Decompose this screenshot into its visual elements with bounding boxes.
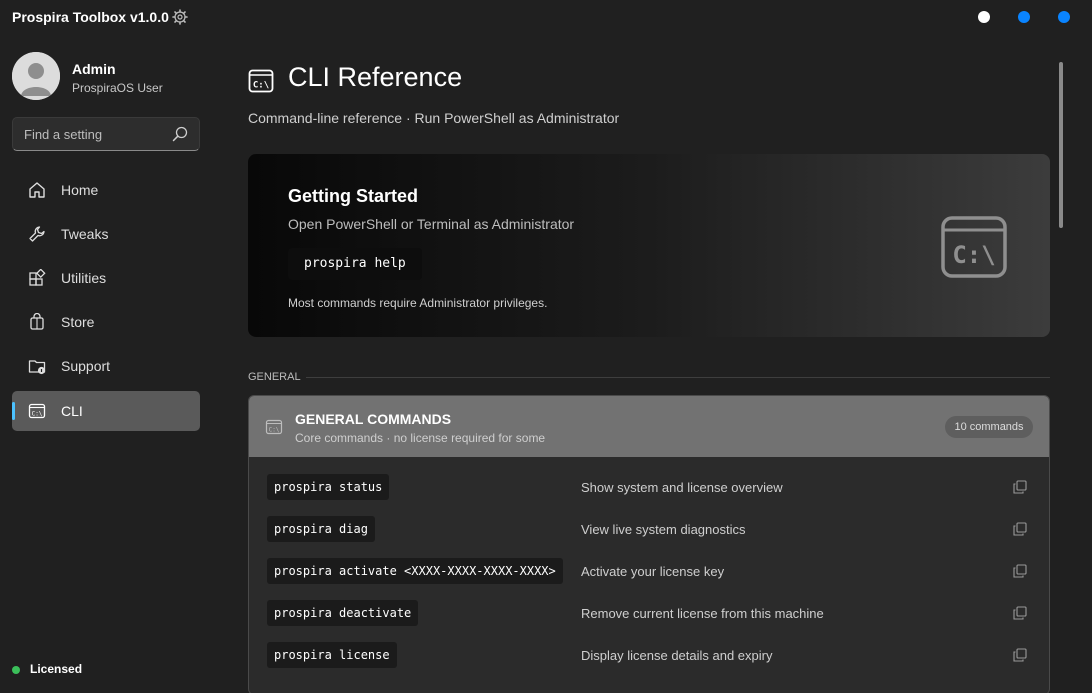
sidebar-item-label: Home <box>61 182 99 198</box>
command-description: Remove current license from this machine <box>581 606 824 621</box>
command-row: prospira license Display license details… <box>249 638 1049 680</box>
sidebar-item-support[interactable]: Support <box>12 346 200 386</box>
search-icon[interactable] <box>172 126 188 142</box>
hero-title: Getting Started <box>288 186 419 206</box>
folder-support-icon <box>28 360 46 375</box>
svg-text:C:\: C:\ <box>952 241 995 269</box>
command-description: Display license details and expiry <box>581 648 773 663</box>
command-code[interactable]: prospira diag <box>267 516 375 542</box>
shopping-bag-icon <box>30 313 44 330</box>
sidebar-item-cli[interactable]: C:\ CLI <box>12 391 200 431</box>
copy-icon[interactable] <box>1013 522 1027 536</box>
search-box <box>12 117 200 151</box>
sidebar-item-label: Utilities <box>61 270 107 286</box>
sidebar-item-label: Tweaks <box>61 226 109 242</box>
section-header: GENERAL <box>248 371 301 383</box>
getting-started-card: Getting Started Open PowerShell or Termi… <box>248 154 1050 337</box>
window-dot-white[interactable] <box>978 11 990 23</box>
svg-text:C:\: C:\ <box>32 410 43 417</box>
window-dot-blue[interactable] <box>1018 11 1030 23</box>
command-row: prospira deactivate Remove current licen… <box>249 596 1049 638</box>
terminal-icon: C:\ <box>248 69 274 93</box>
card-title: GENERAL COMMANDS <box>295 411 452 427</box>
card-subtitle: Core commands · no license required for … <box>295 431 546 445</box>
main-content: C:\ CLI Reference Command-line reference… <box>212 36 1092 693</box>
copy-icon[interactable] <box>1013 606 1027 620</box>
page-subtitle: Command-line reference · Run PowerShell … <box>248 110 620 126</box>
command-description: Activate your license key <box>581 564 725 579</box>
user-name: Admin <box>72 61 116 77</box>
hero-subtitle: Open PowerShell or Terminal as Administr… <box>288 216 575 232</box>
command-count-badge: 10 commands <box>945 416 1033 438</box>
command-row: prospira status Show system and license … <box>249 470 1049 512</box>
user-role: ProspiraOS User <box>72 81 163 95</box>
sidebar-item-utilities[interactable]: Utilities <box>12 258 200 298</box>
sidebar-item-store[interactable]: Store <box>12 302 200 342</box>
svg-text:C:\: C:\ <box>269 426 280 433</box>
search-input[interactable] <box>13 118 173 150</box>
status-label: Licensed <box>30 662 83 676</box>
gear-icon[interactable] <box>172 9 188 25</box>
general-commands-card: C:\ GENERAL COMMANDS Core commands · no … <box>248 395 1050 693</box>
command-code[interactable]: prospira license <box>267 642 397 668</box>
home-icon <box>29 182 45 198</box>
copy-icon[interactable] <box>1013 648 1027 662</box>
hero-command[interactable]: prospira help <box>288 248 422 280</box>
command-description: Show system and license overview <box>581 480 783 495</box>
window-dot-blue-2[interactable] <box>1058 11 1070 23</box>
wrench-icon <box>29 226 45 242</box>
sidebar-item-label: CLI <box>61 403 83 419</box>
status-dot <box>12 666 20 674</box>
command-row: prospira diag View live system diagnosti… <box>249 512 1049 554</box>
svg-text:C:\: C:\ <box>253 81 269 91</box>
hero-note: Most commands require Administrator priv… <box>288 296 548 310</box>
avatar[interactable] <box>12 52 60 100</box>
command-description: View live system diagnostics <box>581 522 746 537</box>
sidebar-item-label: Store <box>61 314 95 330</box>
sidebar-item-home[interactable]: Home <box>12 170 200 210</box>
app-title: Prospira Toolbox v1.0.0 <box>12 9 169 25</box>
user-icon <box>12 52 60 100</box>
scrollbar-thumb[interactable] <box>1059 62 1063 228</box>
sidebar-item-tweaks[interactable]: Tweaks <box>12 214 200 254</box>
card-header[interactable]: C:\ GENERAL COMMANDS Core commands · no … <box>249 396 1049 457</box>
copy-icon[interactable] <box>1013 480 1027 494</box>
copy-icon[interactable] <box>1013 564 1027 578</box>
terminal-icon: C:\ <box>265 419 283 435</box>
section-divider <box>306 377 1050 378</box>
command-row: prospira activate <XXXX-XXXX-XXXX-XXXX> … <box>249 554 1049 596</box>
command-code[interactable]: prospira status <box>267 474 390 500</box>
command-code[interactable]: prospira deactivate <box>267 600 419 626</box>
sidebar: Admin ProspiraOS User Home Tweaks Utilit… <box>0 36 212 693</box>
sidebar-item-label: Support <box>61 358 111 374</box>
title-bar: Prospira Toolbox v1.0.0 <box>0 0 1092 36</box>
terminal-icon: C:\ <box>28 403 46 419</box>
apps-icon <box>29 269 46 286</box>
terminal-icon: C:\ <box>941 216 1007 278</box>
command-code[interactable]: prospira activate <XXXX-XXXX-XXXX-XXXX> <box>267 558 563 584</box>
page-title: CLI Reference <box>288 62 463 92</box>
